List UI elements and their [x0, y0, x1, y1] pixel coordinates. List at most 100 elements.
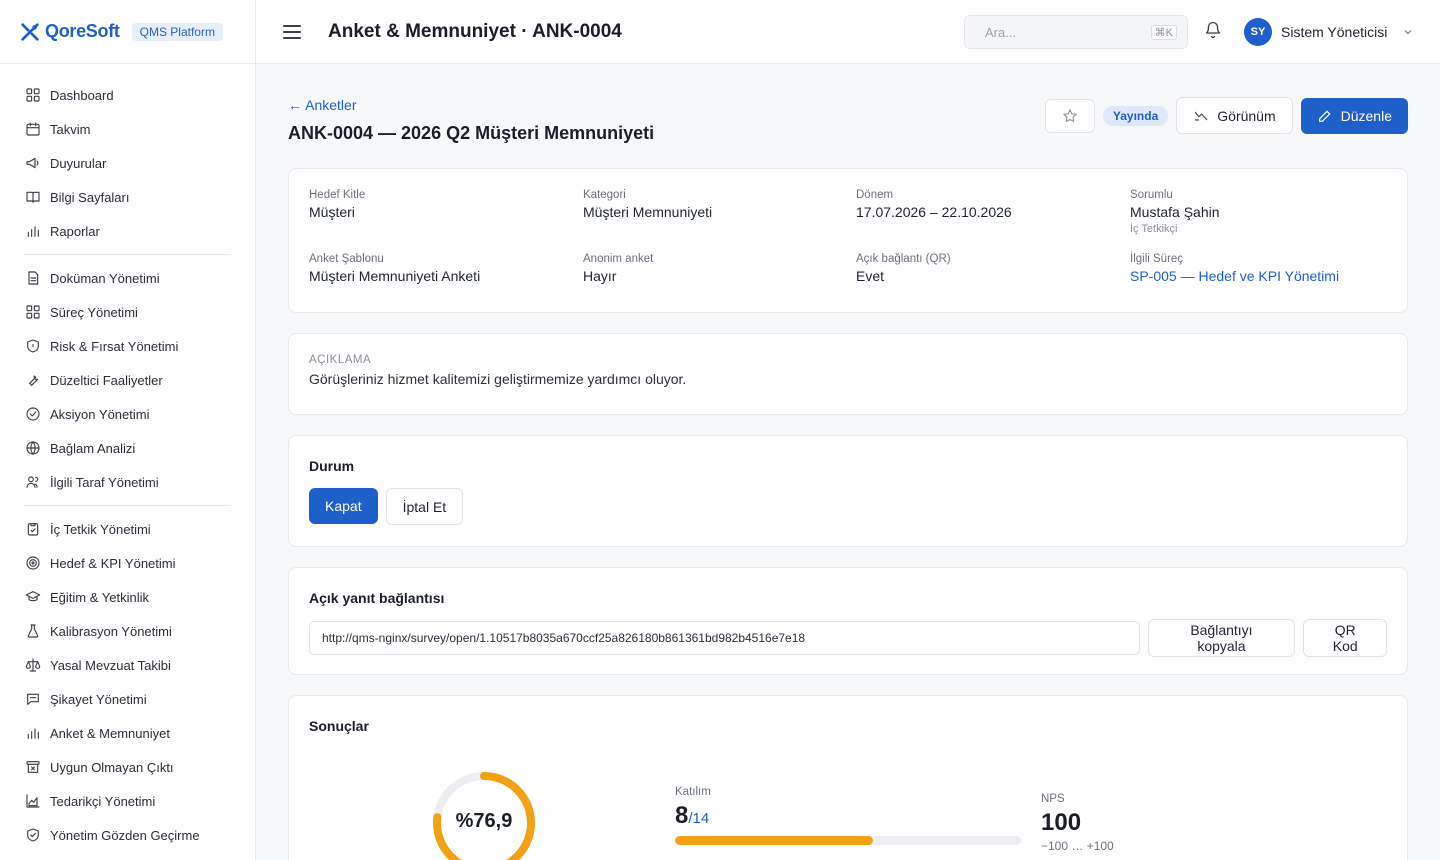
- area-chart-icon: [24, 793, 41, 810]
- field-label: Anonim anket: [583, 253, 654, 265]
- book-icon: [24, 189, 41, 206]
- sidebar-item-label: Yönetim Gözden Geçirme: [50, 827, 200, 843]
- field-hedef-kitle: Hedef Kitle Müşteri: [309, 189, 583, 235]
- header-actions: Yayında Görünüm Düzenle: [1044, 97, 1408, 134]
- brand-name: QoreSoft: [45, 21, 120, 41]
- edit-button-label: Düzenle: [1340, 107, 1392, 124]
- field-subtext: İç Tetkikçi: [1130, 223, 1178, 235]
- sidebar-item-yönetim-gözden-geçirme[interactable]: Yönetim Gözden Geçirme: [0, 818, 255, 852]
- sidebar-item-i-ç-tetkik-yönetimi[interactable]: İç Tetkik Yönetimi: [0, 512, 255, 546]
- nps-label: NPS: [1041, 793, 1065, 805]
- sidebar-item-label: Süreç Yönetimi: [50, 304, 138, 320]
- sidebar-item-raporlar[interactable]: Raporlar: [0, 214, 255, 248]
- field-donem: Dönem 17.07.2026 – 22.10.2026: [856, 189, 1130, 235]
- participation-bar: [675, 836, 1021, 845]
- sidebar-item-bilgi-sayfaları[interactable]: Bilgi Sayfaları: [0, 180, 255, 214]
- bell-icon[interactable]: [1204, 21, 1224, 41]
- sidebar-item-aksiyon-yönetimi[interactable]: Aksiyon Yönetimi: [0, 397, 255, 431]
- chevron-down-icon: [1404, 30, 1412, 35]
- sidebar-item-uygun-olmayan-çıktı[interactable]: Uygun Olmayan Çıktı: [0, 750, 255, 784]
- search-box[interactable]: ⌘K: [964, 15, 1188, 49]
- nav-divider: [24, 254, 231, 255]
- view-button-label: Görünüm: [1217, 107, 1276, 124]
- sidebar-item-risk-fırsat-yönetimi[interactable]: Risk & Fırsat Yönetimi: [0, 329, 255, 363]
- close-survey-button[interactable]: Kapat: [309, 488, 378, 524]
- sidebar-item-doküman-yönetimi[interactable]: Doküman Yönetimi: [0, 261, 255, 295]
- sidebar-item-şikayet-yönetimi[interactable]: Şikayet Yönetimi: [0, 682, 255, 716]
- view-button[interactable]: Görünüm: [1176, 97, 1293, 134]
- nps-range: −100 … +100: [1041, 839, 1114, 853]
- archive-x-icon: [24, 759, 41, 776]
- search-input[interactable]: [985, 24, 1135, 40]
- sidebar-item-anket-memnuniyet[interactable]: Anket & Memnuniyet: [0, 716, 255, 750]
- sidebar-item-label: Doküman Yönetimi: [50, 270, 160, 286]
- sidebar-item-label: Eğitim & Yetkinlik: [50, 589, 149, 605]
- field-label: Dönem: [856, 189, 894, 201]
- copy-link-button[interactable]: Bağlantıyı kopyala: [1147, 619, 1296, 657]
- results-title: Sonuçlar: [309, 718, 369, 734]
- sidebar-nav: Dashboard Takvim Duyurular Bilgi Sayfaları R…: [0, 64, 255, 852]
- field-value: Müşteri Memnuniyeti Anketi: [309, 268, 481, 284]
- back-link[interactable]: ← Anketler: [288, 97, 356, 113]
- globe-icon: [24, 440, 41, 457]
- sidebar-item-kalibrasyon-yönetimi[interactable]: Kalibrasyon Yönetimi: [0, 614, 255, 648]
- process-link[interactable]: SP-005 — Hedef ve KPI Yönetimi: [1130, 268, 1387, 284]
- field-value: Evet: [856, 268, 885, 284]
- favorite-button[interactable]: [1044, 98, 1095, 133]
- field-sorumlu: Sorumlu Mustafa Şahin İç Tetkikçi: [1130, 189, 1387, 235]
- sidebar-item-bağlam-analizi[interactable]: Bağlam Analizi: [0, 431, 255, 465]
- sidebar-item-label: Raporlar: [50, 223, 100, 239]
- flask-icon: [24, 623, 41, 640]
- sidebar-item-eğitim-yetkinlik[interactable]: Eğitim & Yetkinlik: [0, 580, 255, 614]
- sidebar-item-label: Şikayet Yönetimi: [50, 691, 147, 707]
- description-text: Görüşleriniz hizmet kalitemizi geliştirm…: [309, 371, 687, 387]
- user-menu[interactable]: SY Sistem Yöneticisi: [1244, 18, 1414, 46]
- field-label: Sorumlu: [1130, 189, 1173, 201]
- field-value: Müşteri Memnuniyeti: [583, 204, 713, 220]
- sidebar-item-label: Bağlam Analizi: [50, 440, 136, 456]
- sidebar-item-tedarikçi-yönetimi[interactable]: Tedarikçi Yönetimi: [0, 784, 255, 818]
- sidebar-item-label: Duyurular: [50, 155, 107, 171]
- sidebar-item-label: İlgili Taraf Yönetimi: [50, 474, 159, 490]
- field-kategori: Kategori Müşteri Memnuniyeti: [583, 189, 856, 235]
- sidebar-item-yasal-mevzuat-takibi[interactable]: Yasal Mevzuat Takibi: [0, 648, 255, 682]
- field-surec: İlgili Süreç SP-005 — Hedef ve KPI Yönet…: [1130, 253, 1387, 284]
- trend-icon: [1194, 111, 1208, 121]
- sidebar-item-düzeltici-faaliyetler[interactable]: Düzeltici Faaliyetler: [0, 363, 255, 397]
- edit-button[interactable]: Düzenle: [1300, 97, 1408, 134]
- bar-chart-icon: [24, 223, 41, 240]
- nps-stat: NPS 100 −100 … +100: [1041, 793, 1114, 853]
- field-value: Mustafa Şahin: [1130, 204, 1220, 220]
- sidebar-item-label: Bilgi Sayfaları: [50, 189, 130, 205]
- message-icon: [24, 691, 41, 708]
- open-link-field[interactable]: [309, 621, 1140, 655]
- menu-toggle-icon[interactable]: [283, 24, 301, 39]
- field-label: Açık bağlantı (QR): [856, 253, 951, 265]
- description-label: AÇIKLAMA: [309, 354, 372, 366]
- qoresoft-logo-icon: [21, 22, 39, 41]
- field-qr: Açık bağlantı (QR) Evet: [856, 253, 1130, 284]
- sidebar-item-süreç-yönetimi[interactable]: Süreç Yönetimi: [0, 295, 255, 329]
- qr-code-button[interactable]: QR Kod: [1303, 619, 1387, 657]
- brand-logo[interactable]: QoreSoft: [19, 21, 120, 43]
- shield-check-icon: [24, 827, 41, 844]
- status-card-title: Durum: [309, 458, 355, 474]
- sidebar-item-dashboard[interactable]: Dashboard: [0, 78, 255, 112]
- participation-total: /14: [688, 810, 710, 827]
- cancel-survey-button[interactable]: İptal Et: [385, 488, 464, 525]
- page-title: ANK-0004 — 2026 Q2 Müşteri Memnuniyeti: [288, 123, 655, 143]
- target-icon: [24, 555, 41, 572]
- sidebar-item-duyurular[interactable]: Duyurular: [0, 146, 255, 180]
- dashboard-icon: [24, 87, 41, 104]
- document-icon: [24, 270, 41, 287]
- sidebar-item-label: Tedarikçi Yönetimi: [50, 793, 156, 809]
- sidebar-item-hedef-kpi-yönetimi[interactable]: Hedef & KPI Yönetimi: [0, 546, 255, 580]
- results-card: Sonuçlar %76,9 Katılım 8/14 NPS 100 −100…: [288, 695, 1408, 860]
- sidebar-item-label: Anket & Memnuniyet: [50, 725, 170, 741]
- sidebar-item-i-lgili-taraf-yönetimi[interactable]: İlgili Taraf Yönetimi: [0, 465, 255, 499]
- participation-value: 8/14: [675, 802, 1021, 830]
- sidebar-item-label: Uygun Olmayan Çıktı: [50, 759, 174, 775]
- sidebar-item-label: Hedef & KPI Yönetimi: [50, 555, 176, 571]
- sidebar-item-label: Kalibrasyon Yönetimi: [50, 623, 172, 639]
- sidebar-item-takvim[interactable]: Takvim: [0, 112, 255, 146]
